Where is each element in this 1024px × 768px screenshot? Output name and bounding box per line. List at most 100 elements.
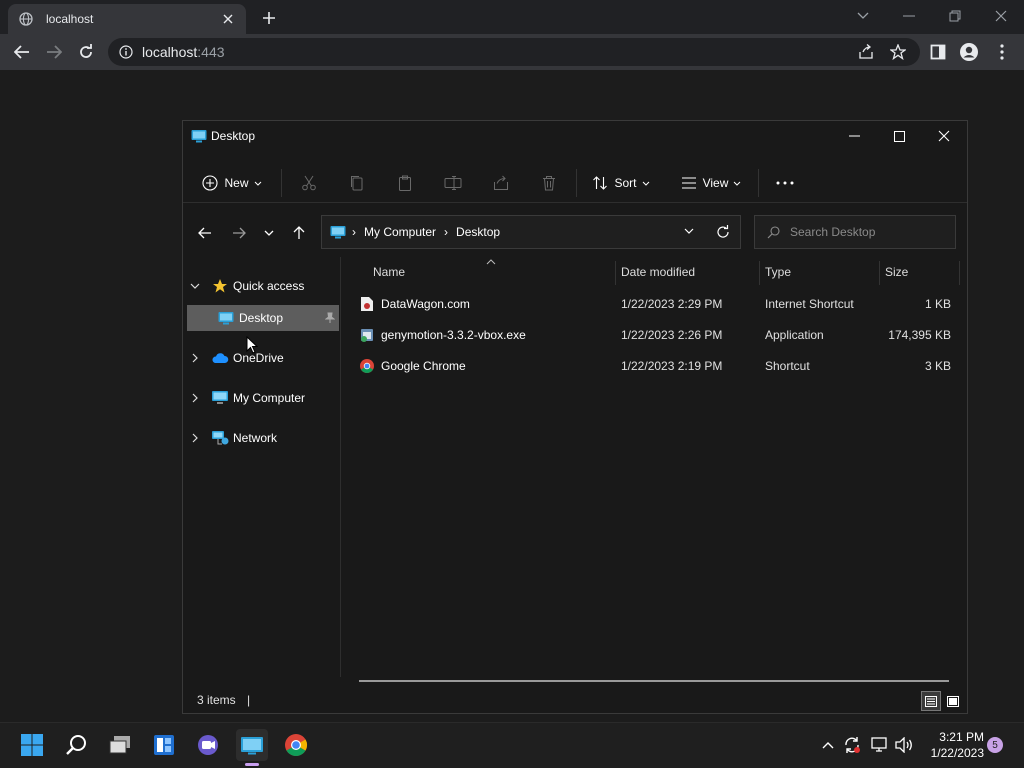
file-row[interactable]: Google Chrome 1/22/2023 2:19 PM Shortcut… xyxy=(359,351,959,381)
close-window-icon[interactable] xyxy=(921,121,967,151)
file-name: Google Chrome xyxy=(381,359,466,373)
sort-label: Sort xyxy=(614,176,637,190)
notification-badge[interactable]: 5 xyxy=(987,737,1003,753)
site-info-icon[interactable] xyxy=(118,44,134,60)
back-arrow-icon[interactable] xyxy=(10,40,34,64)
profile-avatar-icon[interactable] xyxy=(957,40,981,64)
more-options-button[interactable] xyxy=(771,167,799,199)
maximize-window-icon[interactable] xyxy=(876,121,922,151)
breadcrumb-my-computer[interactable]: My Computer xyxy=(364,225,436,239)
view-button[interactable]: View xyxy=(677,167,745,199)
widgets-icon[interactable] xyxy=(148,729,180,761)
search-icon xyxy=(767,225,780,239)
sort-indicator-icon xyxy=(486,259,496,265)
search-input[interactable]: Search Desktop xyxy=(754,215,956,249)
file-size: 174,395 KB xyxy=(888,328,951,342)
file-explorer-taskbar-icon[interactable] xyxy=(236,729,268,766)
forward-arrow-icon[interactable] xyxy=(227,221,251,245)
nav-label-onedrive: OneDrive xyxy=(233,351,284,365)
nav-item-quick-access[interactable]: Quick access xyxy=(187,273,339,299)
address-dropdown-icon[interactable] xyxy=(684,228,694,234)
bookmark-star-icon[interactable] xyxy=(886,40,910,64)
refresh-icon[interactable] xyxy=(716,225,730,239)
start-windows-icon[interactable] xyxy=(16,729,48,761)
nav-item-network[interactable]: Network xyxy=(187,425,339,451)
share-button[interactable] xyxy=(489,167,513,199)
close-tab-icon[interactable] xyxy=(220,11,236,27)
share-icon[interactable] xyxy=(854,40,878,64)
side-panel-icon[interactable] xyxy=(926,40,950,64)
new-tab-button[interactable] xyxy=(258,8,280,28)
chrome-taskbar-icon[interactable] xyxy=(280,729,312,761)
column-header-date[interactable]: Date modified xyxy=(621,261,695,283)
sync-icon[interactable] xyxy=(842,735,862,755)
new-button[interactable]: New xyxy=(197,167,267,199)
column-divider[interactable] xyxy=(959,261,960,285)
browser-menu-icon[interactable] xyxy=(990,40,1014,64)
breadcrumb-desktop[interactable]: Desktop xyxy=(456,225,500,239)
up-arrow-icon[interactable] xyxy=(287,221,311,245)
minimize-window-icon[interactable] xyxy=(831,121,877,151)
chevron-down-icon[interactable] xyxy=(187,283,203,289)
chrome-shortcut-icon xyxy=(359,358,375,374)
new-label: New xyxy=(224,176,249,190)
teams-chat-icon[interactable] xyxy=(192,729,224,761)
chevron-down-icon xyxy=(642,181,650,186)
breadcrumb-bar[interactable]: › My Computer › Desktop xyxy=(321,215,741,249)
tab-title: localhost xyxy=(46,12,94,26)
task-view-icon[interactable] xyxy=(104,729,136,761)
copy-icon xyxy=(351,176,363,191)
browser-tab[interactable]: localhost xyxy=(8,4,246,34)
display-icon[interactable] xyxy=(870,735,890,755)
volume-icon[interactable] xyxy=(894,735,914,755)
copy-button[interactable] xyxy=(345,167,369,199)
delete-button[interactable] xyxy=(537,167,561,199)
column-header-size[interactable]: Size xyxy=(885,261,908,283)
file-type: Shortcut xyxy=(765,359,810,373)
paste-button[interactable] xyxy=(393,167,417,199)
large-icons-view-button[interactable] xyxy=(943,691,963,711)
file-row[interactable]: genymotion-3.3.2-vbox.exe 1/22/2023 2:26… xyxy=(359,320,959,350)
chevron-up-icon[interactable] xyxy=(818,735,838,755)
status-divider: | xyxy=(247,693,251,707)
nav-item-onedrive[interactable]: OneDrive xyxy=(187,345,339,371)
nav-item-desktop[interactable]: Desktop xyxy=(187,305,339,331)
forward-arrow-icon[interactable] xyxy=(42,40,66,64)
column-header-name[interactable]: Name xyxy=(373,261,405,283)
file-date: 1/22/2023 2:29 PM xyxy=(621,297,723,311)
globe-icon xyxy=(18,11,34,27)
details-view-button[interactable] xyxy=(921,691,941,711)
recent-locations-chevron-icon[interactable] xyxy=(257,221,281,245)
navigation-pane: Quick access Desktop OneDrive My Compute… xyxy=(183,257,341,677)
rename-button[interactable] xyxy=(441,167,465,199)
minimize-browser-icon[interactable] xyxy=(894,6,924,26)
clock-time: 3:21 PM xyxy=(939,730,984,744)
pin-icon[interactable] xyxy=(325,312,335,324)
file-size: 3 KB xyxy=(924,359,951,373)
nav-item-my-computer[interactable]: My Computer xyxy=(187,385,339,411)
horizontal-scrollbar[interactable] xyxy=(359,680,949,682)
column-divider[interactable] xyxy=(879,261,880,285)
column-divider[interactable] xyxy=(759,261,760,285)
search-icon[interactable] xyxy=(60,729,92,761)
system-clock[interactable]: 3:21 PM 1/22/2023 xyxy=(920,729,984,761)
cloud-icon xyxy=(211,350,229,366)
reload-icon[interactable] xyxy=(74,40,98,64)
chevron-right-icon[interactable] xyxy=(187,353,203,363)
toolbar-divider xyxy=(281,169,282,197)
command-bar: New Sort View xyxy=(183,159,967,203)
column-divider[interactable] xyxy=(615,261,616,285)
tab-search-icon[interactable] xyxy=(848,6,878,26)
address-row: › My Computer › Desktop Search Desktop xyxy=(183,211,967,251)
share-icon xyxy=(494,175,508,190)
chevron-right-icon[interactable] xyxy=(187,393,203,403)
restore-browser-icon[interactable] xyxy=(940,6,970,26)
back-arrow-icon[interactable] xyxy=(193,221,217,245)
file-row[interactable]: DataWagon.com 1/22/2023 2:29 PM Internet… xyxy=(359,289,959,319)
cut-button[interactable] xyxy=(297,167,321,199)
sort-button[interactable]: Sort xyxy=(589,167,653,199)
close-browser-icon[interactable] xyxy=(986,6,1016,26)
chevron-right-icon[interactable] xyxy=(187,433,203,443)
address-bar[interactable]: localhost:443 xyxy=(108,38,920,66)
column-header-type[interactable]: Type xyxy=(765,261,791,283)
